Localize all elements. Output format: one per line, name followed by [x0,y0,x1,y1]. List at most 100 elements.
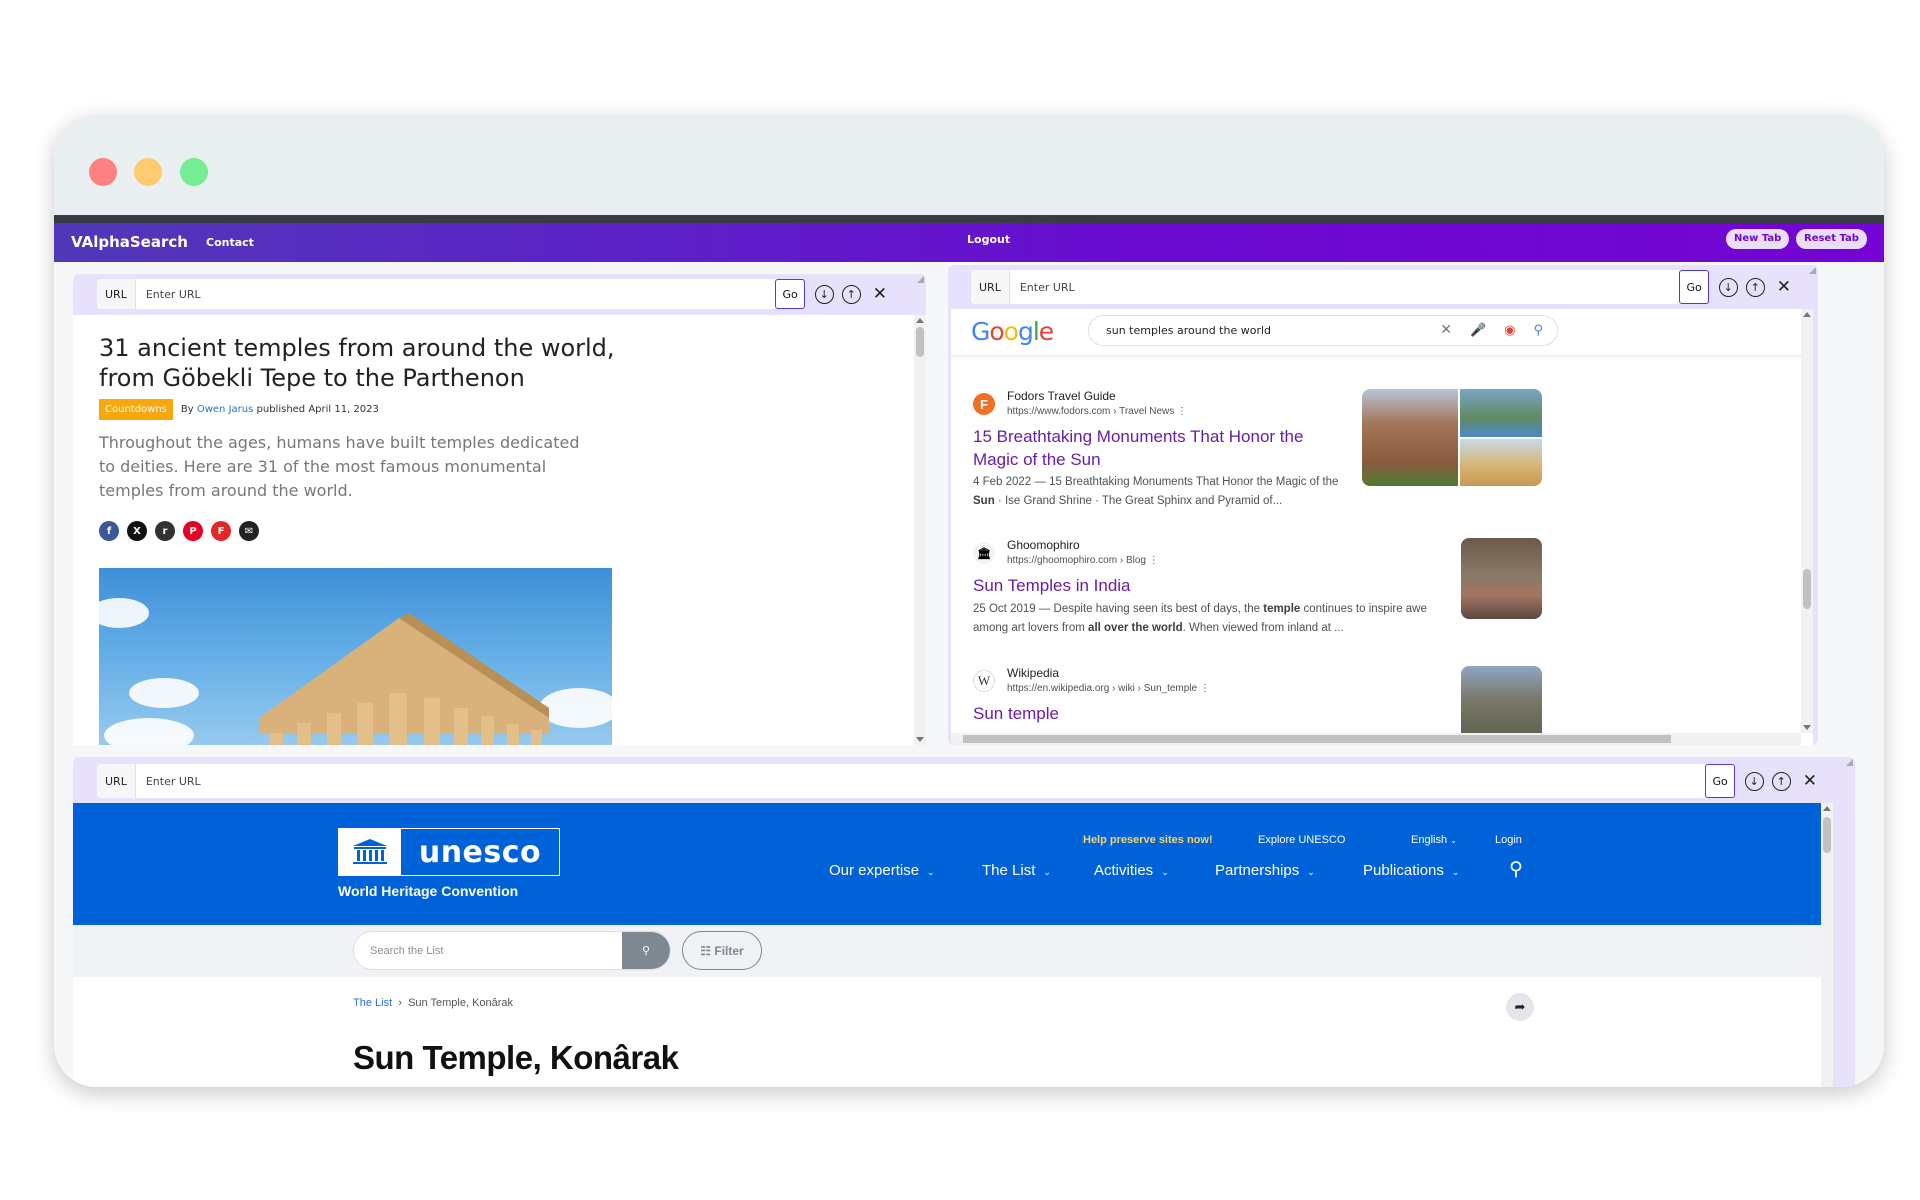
email-share-icon[interactable]: ✉ [239,521,259,541]
close-panel-icon[interactable]: ✕ [1803,772,1817,790]
article-lede: Throughout the ages, humans have built t… [99,433,580,500]
scroll-down-arrow[interactable] [1803,725,1811,730]
close-panel-icon[interactable]: ✕ [873,285,887,303]
nav-our-expertise[interactable]: Our expertise ⌄ [829,862,935,879]
move-up-icon[interactable]: ↑ [1771,771,1791,791]
url-input[interactable] [1009,270,1680,304]
search-result: F Fodors Travel Guide https://www.fodors… [973,389,1673,519]
login-link[interactable]: Login [1495,834,1522,846]
logout-link[interactable]: Logout [967,233,1010,246]
result-site-name[interactable]: Wikipedia [1007,666,1059,680]
url-bar: URL Go ↓ ↑ ✕ [971,270,1791,304]
scroll-down-arrow[interactable] [916,737,924,742]
result-title-link[interactable]: Sun Temples in India [973,574,1353,597]
result-site-name[interactable]: Ghoomophiro [1007,538,1080,552]
move-up-icon[interactable]: ↑ [841,284,861,304]
close-window-button[interactable] [89,158,117,186]
search-query[interactable]: sun temples around the world [1106,324,1271,337]
new-tab-button[interactable]: New Tab [1726,229,1790,249]
chevron-down-icon: ⌄ [1451,867,1460,877]
resize-handle[interactable] [1846,759,1853,766]
breadcrumb: The List › Sun Temple, Konârak [353,997,513,1009]
list-search-input[interactable] [370,932,590,969]
google-search-box[interactable]: sun temples around the world ✕ 🎤 ◉ ⚲ [1088,315,1558,346]
result-url[interactable]: https://www.fodors.com › Travel News ⋮ [1007,406,1187,417]
language-selector[interactable]: English ⌄ [1411,834,1457,846]
article-vertical-scrollbar[interactable] [914,315,926,745]
nav-partnerships[interactable]: Partnerships ⌄ [1215,862,1315,879]
url-input[interactable] [135,764,1706,798]
page-title: Sun Temple, Konârak [353,1039,679,1076]
app-navbar: VAlphaSearch Contact Logout New Tab Rese… [54,223,1884,262]
scroll-up-arrow[interactable] [916,318,924,323]
category-tag[interactable]: Countdowns [99,399,173,420]
search-icon[interactable]: ⚲ [1533,323,1543,338]
move-up-icon[interactable]: ↑ [1745,277,1765,297]
clear-search-icon[interactable]: ✕ [1440,322,1452,338]
author-link[interactable]: Owen Jarus [197,404,253,415]
scroll-thumb[interactable] [1823,817,1831,853]
explore-unesco-link[interactable]: Explore UNESCO [1258,834,1345,846]
google-logo[interactable]: Google [971,317,1054,346]
google-horizontal-scrollbar[interactable] [951,733,1801,745]
chevron-down-icon: ⌄ [1307,867,1315,877]
unesco-logo[interactable]: unesco [338,828,560,876]
flipboard-share-icon[interactable]: F [211,521,231,541]
result-url[interactable]: https://ghoomophiro.com › Blog ⋮ [1007,555,1159,566]
resize-handle[interactable] [1809,267,1816,274]
result-site-name[interactable]: Fodors Travel Guide [1007,389,1116,403]
contact-link[interactable]: Contact [206,236,254,249]
scroll-thumb[interactable] [1803,569,1811,609]
x-share-icon[interactable]: X [127,521,147,541]
lens-search-icon[interactable]: ◉ [1504,323,1515,338]
chevron-down-icon: ⌄ [927,867,935,877]
result-thumbnail-collage[interactable] [1362,389,1542,486]
result-url[interactable]: https://en.wikipedia.org › wiki › Sun_te… [1007,683,1210,694]
filter-button[interactable]: ☷ Filter [682,931,762,970]
maximize-window-button[interactable] [180,158,208,186]
byline: By Owen Jarus published April 11, 2023 [181,404,379,415]
scroll-up-arrow[interactable] [1823,806,1831,811]
go-button[interactable]: Go [1705,764,1735,798]
breadcrumb-the-list[interactable]: The List [353,997,392,1009]
search-icon[interactable]: ⚲ [1509,858,1523,881]
panel-google: URL Go ↓ ↑ ✕ Google sun temples around t… [948,265,1818,745]
list-search-box: ⚲ [353,931,671,970]
nav-activities[interactable]: Activities ⌄ [1094,862,1169,879]
chevron-down-icon: ⌄ [1043,867,1051,877]
result-title-link[interactable]: Sun temple [973,702,1353,725]
go-button[interactable]: Go [775,279,805,309]
url-bar: URL Go ↓ ↑ ✕ [97,764,1817,798]
breadcrumb-separator: › [398,997,402,1009]
voice-search-icon[interactable]: 🎤 [1470,323,1486,338]
scroll-up-arrow[interactable] [1803,312,1811,317]
move-down-icon[interactable]: ↓ [1744,771,1764,791]
result-thumbnail-konark[interactable] [1461,538,1542,619]
reset-tab-button[interactable]: Reset Tab [1796,229,1867,249]
move-down-icon[interactable]: ↓ [1718,277,1738,297]
scroll-thumb[interactable] [916,327,924,357]
close-panel-icon[interactable]: ✕ [1777,278,1791,296]
result-snippet: 4 Feb 2022 — 15 Breathtaking Monuments T… [973,476,1339,507]
pinterest-share-icon[interactable]: P [183,521,203,541]
panel-unesco: URL Go ↓ ↑ ✕ [73,757,1855,1087]
url-input[interactable] [135,279,776,309]
move-down-icon[interactable]: ↓ [814,284,834,304]
result-title-link[interactable]: 15 Breathtaking Monuments That Honor the… [973,425,1353,471]
byline-by: By [180,404,194,415]
result-snippet: 25 Oct 2019 — Despite having seen its be… [973,603,1427,634]
facebook-share-icon[interactable]: f [99,521,119,541]
nav-publications[interactable]: Publications ⌄ [1363,862,1459,879]
resize-handle[interactable] [917,276,924,283]
google-vertical-scrollbar[interactable] [1801,309,1813,733]
list-search-button[interactable]: ⚲ [622,932,670,969]
help-preserve-link[interactable]: Help preserve sites now! [1083,834,1213,846]
share-icon[interactable]: ➦ [1506,993,1534,1021]
nav-the-list[interactable]: The List ⌄ [982,862,1051,879]
horizontal-scroll-thumb[interactable] [963,735,1671,743]
reddit-share-icon[interactable]: r [155,521,175,541]
minimize-window-button[interactable] [134,158,162,186]
unesco-vertical-scrollbar[interactable] [1821,803,1833,1087]
go-button[interactable]: Go [1679,270,1709,304]
brand-link[interactable]: VAlphaSearch [71,233,188,251]
